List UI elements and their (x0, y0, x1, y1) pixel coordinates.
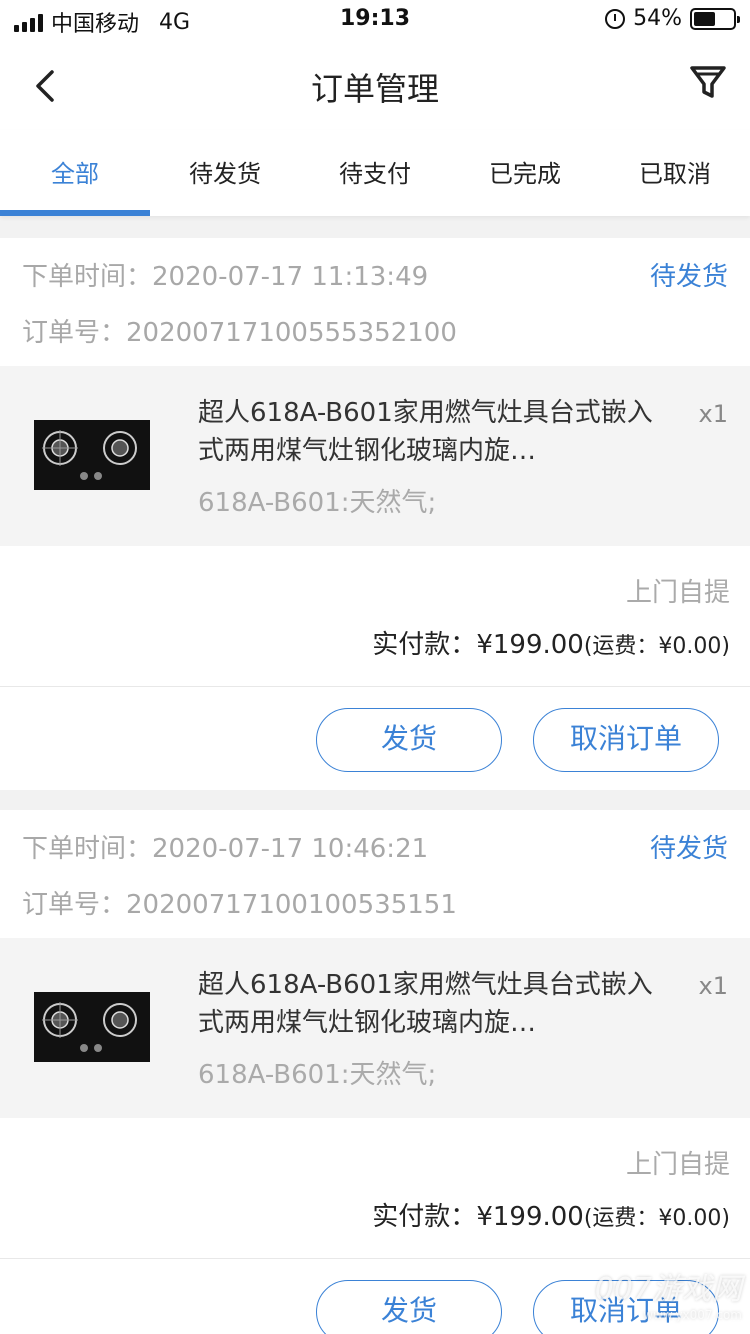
product-quantity: x1 (698, 400, 728, 428)
product-item[interactable]: 超人618A-B601家用燃气灶具台式嵌入式两用煤气灶钢化玻璃内旋… x1 61… (0, 938, 750, 1118)
page-title: 订单管理 (310, 70, 439, 108)
gas-stove-thumbnail (34, 992, 150, 1062)
order-management-page: 中国移动 4G 19:13 54% 订单管理 全部 待发货 待支付 已完成 已取… (0, 0, 750, 1334)
product-spec: 618A-B601:天然气; (198, 488, 437, 518)
order-card: 下单时间：2020-07-17 10:46:21 待发货 订单号：2020071… (0, 810, 750, 1334)
product-name: 超人618A-B601家用燃气灶具台式嵌入式两用煤气灶钢化玻璃内旋… (198, 398, 653, 466)
order-status: 待发货 (649, 834, 728, 864)
order-number: 订单号：20200717100100535151 (22, 890, 457, 920)
cancel-order-button[interactable]: 取消订单 (533, 708, 719, 772)
order-time: 下单时间：2020-07-17 10:46:21 (22, 834, 429, 864)
battery-percent: 54% (633, 6, 682, 31)
divider (0, 1258, 750, 1259)
order-number: 订单号：20200717100555352100 (22, 318, 457, 348)
order-card: 下单时间：2020-07-17 11:13:49 待发货 订单号：2020071… (0, 238, 750, 790)
order-time: 下单时间：2020-07-17 11:13:49 (22, 262, 429, 292)
delivery-method: 上门自提 (625, 578, 730, 608)
tab-indicator (0, 210, 150, 216)
order-status: 待发货 (649, 262, 728, 292)
tab-pending-payment[interactable]: 待支付 (300, 130, 450, 216)
tab-cancelled[interactable]: 已取消 (600, 130, 750, 216)
divider (0, 686, 750, 687)
product-item[interactable]: 超人618A-B601家用燃气灶具台式嵌入式两用煤气灶钢化玻璃内旋… x1 61… (0, 366, 750, 546)
product-spec: 618A-B601:天然气; (198, 1060, 437, 1090)
tab-completed[interactable]: 已完成 (450, 130, 600, 216)
ship-button[interactable]: 发货 (316, 708, 502, 772)
delivery-method: 上门自提 (625, 1150, 730, 1180)
tab-pending-shipment[interactable]: 待发货 (150, 130, 300, 216)
watermark: 007游戏网 www.yx007.com (594, 1272, 742, 1322)
product-quantity: x1 (698, 972, 728, 1000)
tab-all[interactable]: 全部 (0, 130, 150, 216)
alarm-icon (605, 8, 626, 29)
paid-amount: 实付款：¥199.00(运费：¥0.00) (372, 630, 730, 660)
nav-bar: 订单管理 (0, 40, 750, 130)
funnel-icon[interactable] (688, 62, 728, 102)
gas-stove-thumbnail (34, 420, 150, 490)
ship-button[interactable]: 发货 (316, 1280, 502, 1334)
battery-icon (690, 7, 740, 30)
order-tabs: 全部 待发货 待支付 已完成 已取消 (0, 130, 750, 216)
status-bar: 中国移动 4G 19:13 54% (0, 0, 750, 40)
paid-amount: 实付款：¥199.00(运费：¥0.00) (372, 1202, 730, 1232)
product-name: 超人618A-B601家用燃气灶具台式嵌入式两用煤气灶钢化玻璃内旋… (198, 970, 653, 1038)
